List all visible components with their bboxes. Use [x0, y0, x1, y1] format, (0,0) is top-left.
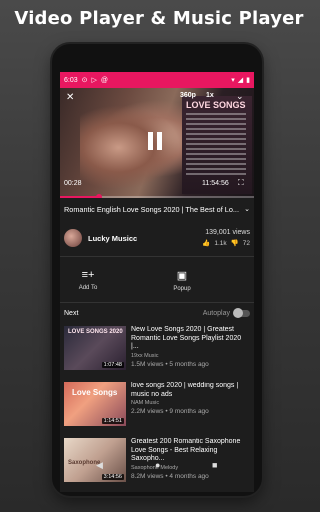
- progress-knob[interactable]: [95, 194, 102, 198]
- duration-badge: 3:14:56: [101, 474, 124, 480]
- close-icon[interactable]: ✕: [66, 92, 74, 103]
- list-item-title[interactable]: love songs 2020 | wedding songs | music …: [131, 382, 250, 399]
- video-meta: love songs 2020 | wedding songs | music …: [131, 382, 250, 432]
- video-meta: New Love Songs 2020 | Greatest Romantic …: [131, 326, 250, 376]
- list-item-meta: 2.2M views • 9 months ago: [131, 408, 209, 415]
- wifi-icon: ▾: [231, 77, 235, 84]
- video-stats: 139,001 views 👍 1.1k 👎 72: [202, 229, 250, 247]
- chevron-down-icon[interactable]: ⌄: [236, 91, 244, 102]
- autoplay-label: Autoplay: [202, 309, 230, 317]
- video-thumbnail[interactable]: Love Songs 1:14:51: [64, 382, 126, 426]
- battery-icon: ▮: [246, 77, 250, 84]
- autoplay-toggle[interactable]: [233, 307, 250, 318]
- list-item-title[interactable]: New Love Songs 2020 | Greatest Romantic …: [131, 326, 250, 352]
- status-bar: 6:03 ⊙ ▷ @ ▾ ◢ ▮: [60, 72, 254, 88]
- video-player[interactable]: LOVE SONGS ✕ 360p 1x ⌄ 00:28 11:54:56 ⛶: [60, 88, 254, 198]
- list-item-channel: Saxophone Melody: [131, 464, 179, 471]
- video-title-row[interactable]: Romantic English Love Songs 2020 | The B…: [64, 202, 250, 216]
- channel-name[interactable]: Lucky Musicc: [88, 234, 202, 243]
- status-time: 6:03: [64, 76, 78, 84]
- video-title: Romantic English Love Songs 2020 | The B…: [64, 204, 239, 214]
- add-to-label: Add To: [78, 285, 98, 291]
- next-label: Next: [64, 309, 79, 317]
- at-icon: @: [100, 76, 108, 84]
- thumbs-down-icon[interactable]: 👎: [231, 239, 239, 247]
- poster-tracklist: [186, 113, 248, 175]
- list-item[interactable]: LOVE SONGS 2020 1:07:48 New Love Songs 2…: [64, 326, 250, 376]
- view-count: 139,001 views: [205, 229, 250, 236]
- avatar[interactable]: [64, 229, 82, 247]
- expand-chevron-icon[interactable]: ⌄: [244, 205, 250, 213]
- nav-recents-icon[interactable]: ■: [212, 460, 217, 470]
- progress-bar[interactable]: [60, 194, 254, 198]
- signal-icon: ◢: [237, 77, 244, 84]
- duration-badge: 1:14:51: [101, 418, 124, 424]
- app-notification-icon: ⊙: [81, 77, 88, 84]
- list-item-meta: 1.5M views • 5 months ago: [131, 360, 209, 368]
- nav-back-icon[interactable]: ◀: [96, 460, 103, 471]
- list-item-meta: 8.2M views • 4 months ago: [131, 472, 209, 480]
- next-row: Next Autoplay: [64, 306, 250, 320]
- thumbnail-text: Love Songs: [72, 388, 118, 397]
- thumbnail-text: LOVE SONGS 2020: [68, 329, 123, 335]
- speed-selector[interactable]: 1x: [206, 92, 214, 99]
- nav-home-icon[interactable]: ●: [155, 460, 160, 470]
- video-meta: Greatest 200 Romantic Saxophone Love Son…: [131, 438, 250, 488]
- popup-label: Popup: [173, 285, 191, 292]
- video-thumbnail[interactable]: Saxophone 3:14:56: [64, 438, 126, 482]
- time-elapsed: 00:28: [64, 180, 82, 187]
- action-row: ≡+ Add To ▣ Popup: [60, 260, 254, 300]
- duration-badge: 1:07:48: [101, 362, 124, 368]
- play-store-icon: ▷: [91, 77, 97, 84]
- divider: [60, 256, 254, 257]
- popup-icon: ▣: [176, 269, 188, 282]
- quality-selector[interactable]: 360p: [180, 92, 196, 99]
- channel-row: Lucky Musicc 139,001 views 👍 1.1k 👎 72: [64, 224, 250, 252]
- list-item-channel: NAM Music: [131, 400, 160, 406]
- list-item-title[interactable]: Greatest 200 Romantic Saxophone Love Son…: [131, 438, 250, 464]
- video-frame-image: [80, 98, 190, 188]
- popup-button[interactable]: ▣ Popup: [162, 260, 202, 300]
- video-thumbnail[interactable]: LOVE SONGS 2020 1:07:48: [64, 326, 126, 370]
- like-count: 1.1k: [214, 239, 227, 247]
- headline: Video Player & Music Player: [14, 8, 304, 29]
- app-screen: LOVE SONGS ✕ 360p 1x ⌄ 00:28 11:54:56 ⛶ …: [60, 72, 254, 492]
- time-total: 11:54:56: [202, 180, 229, 187]
- add-to-button[interactable]: ≡+ Add To: [68, 260, 108, 300]
- list-item[interactable]: Love Songs 1:14:51 love songs 2020 | wed…: [64, 382, 250, 432]
- pause-button[interactable]: [142, 128, 168, 154]
- playlist-add-icon: ≡+: [81, 269, 95, 281]
- like-dislike-row: 👍 1.1k 👎 72: [202, 239, 250, 248]
- fullscreen-icon[interactable]: ⛶: [238, 178, 244, 188]
- progress-fill: [60, 196, 99, 198]
- list-item-channel: 19xx Music: [131, 352, 159, 359]
- dislike-count: 72: [242, 239, 250, 247]
- thumbs-up-icon[interactable]: 👍: [202, 239, 210, 247]
- divider: [60, 302, 254, 303]
